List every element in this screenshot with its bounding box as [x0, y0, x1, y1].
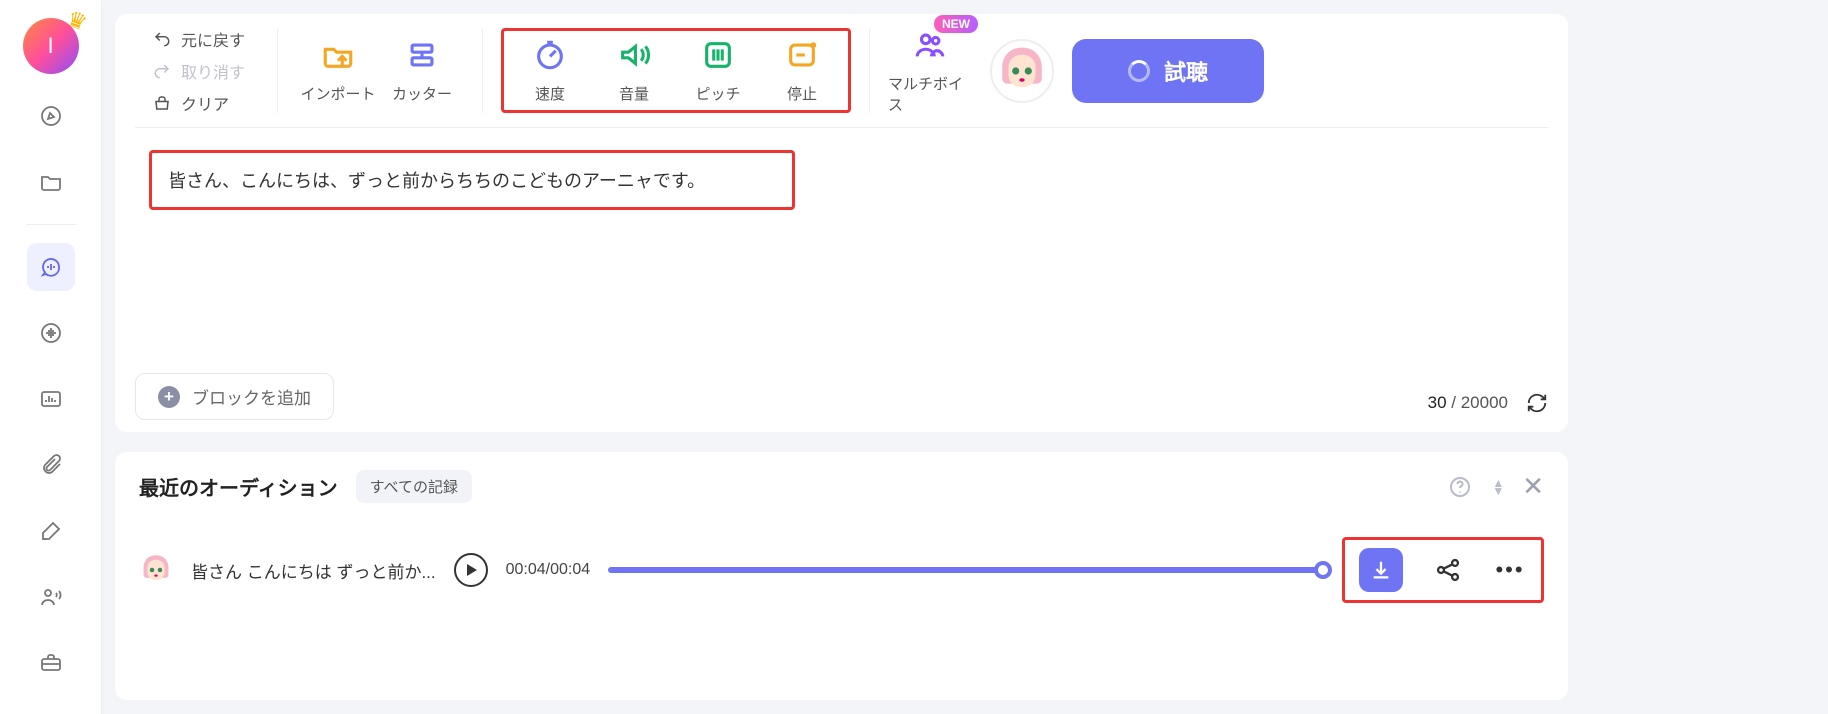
undo-label: 元に戻す — [181, 27, 245, 51]
text-content: 皆さん、こんにちは、ずっと前からちちのこどものアーニャです。 — [168, 171, 705, 191]
speed-label: 速度 — [535, 83, 565, 104]
history-group: 元に戻す 取り消す クリア — [135, 14, 277, 127]
listen-button[interactable]: 試聴 — [1072, 39, 1264, 103]
import-label: インポート — [301, 83, 376, 104]
clear-label: クリア — [181, 91, 229, 115]
item-actions: ••• — [1342, 537, 1544, 603]
sidebar: I ♛ — [0, 0, 102, 714]
user-initial: I — [47, 33, 53, 59]
refresh-button[interactable] — [1526, 392, 1548, 414]
share-button[interactable] — [1431, 553, 1465, 587]
volume-icon — [616, 37, 652, 73]
spinner-icon — [1128, 60, 1150, 82]
sidebar-user-voice[interactable] — [27, 573, 75, 621]
audition-card: 最近のオーディション すべての記録 ▲▼ ✕ 皆さん こんにちは ずっと前か..… — [115, 452, 1568, 700]
progress-knob[interactable] — [1314, 561, 1332, 579]
audition-item: 皆さん こんにちは ずっと前か... 00:04/00:04 ••• — [139, 537, 1544, 603]
highlighted-controls: 速度 音量 ピッチ 停止 — [501, 28, 851, 113]
sidebar-briefcase[interactable] — [27, 639, 75, 687]
user-avatar[interactable]: I ♛ — [23, 18, 79, 74]
help-button[interactable] — [1446, 473, 1474, 501]
character-face-icon — [995, 44, 1049, 98]
speed-button[interactable]: 速度 — [508, 37, 592, 104]
progress-bar[interactable] — [608, 567, 1324, 573]
audition-title: 最近のオーディション — [139, 472, 338, 501]
volume-label: 音量 — [619, 83, 649, 104]
item-face-icon — [139, 553, 173, 587]
clear-button[interactable]: クリア — [153, 91, 245, 115]
speed-icon — [532, 37, 568, 73]
text-block[interactable]: 皆さん、こんにちは、ずっと前からちちのこどものアーニャです。 — [149, 150, 795, 210]
plus-icon: + — [158, 386, 180, 408]
sidebar-divider — [26, 224, 76, 225]
play-button[interactable] — [454, 553, 488, 587]
stop-button[interactable]: 停止 — [760, 37, 844, 104]
sort-button[interactable]: ▲▼ — [1492, 479, 1504, 495]
close-button[interactable]: ✕ — [1522, 471, 1544, 502]
sidebar-voice-wave[interactable] — [27, 309, 75, 357]
sidebar-folder[interactable] — [27, 158, 75, 206]
char-count: 30 / 20000 — [1428, 392, 1548, 414]
voice-avatar[interactable] — [990, 39, 1054, 103]
count-max: 20000 — [1461, 393, 1508, 412]
sidebar-subtitle[interactable] — [27, 375, 75, 423]
cutter-icon — [404, 37, 440, 73]
pitch-button[interactable]: ピッチ — [676, 37, 760, 104]
cutter-label: カッター — [392, 83, 452, 104]
import-icon — [320, 37, 356, 73]
add-block-button[interactable]: + ブロックを追加 — [135, 373, 334, 420]
count-current: 30 — [1428, 393, 1447, 412]
multivoice-button[interactable]: NEW マルチボイス — [888, 27, 972, 115]
cutter-button[interactable]: カッター — [380, 37, 464, 104]
item-time: 00:04/00:04 — [506, 561, 591, 579]
more-button[interactable]: ••• — [1493, 553, 1527, 587]
stop-label: 停止 — [787, 83, 817, 104]
voice-group: NEW マルチボイス 試聴 — [870, 14, 1282, 127]
listen-label: 試聴 — [1164, 55, 1208, 87]
pitch-icon — [700, 37, 736, 73]
new-badge: NEW — [934, 15, 978, 33]
file-group: インポート カッター — [278, 14, 482, 127]
pitch-label: ピッチ — [696, 83, 741, 104]
volume-button[interactable]: 音量 — [592, 37, 676, 104]
audition-header: 最近のオーディション すべての記録 ▲▼ ✕ — [139, 470, 1544, 503]
undo-button[interactable]: 元に戻す — [153, 27, 245, 51]
sidebar-voice-chat[interactable] — [27, 243, 75, 291]
multivoice-label: マルチボイス — [888, 73, 972, 115]
item-text: 皆さん こんにちは ずっと前か... — [191, 558, 436, 583]
audio-params-group: 速度 音量 ピッチ 停止 — [483, 14, 869, 127]
clear-icon — [153, 94, 171, 112]
redo-button: 取り消す — [153, 59, 245, 83]
add-block-label: ブロックを追加 — [192, 384, 311, 409]
toolbar: 元に戻す 取り消す クリア インポート — [135, 14, 1548, 128]
undo-icon — [153, 30, 171, 48]
editor-card: 元に戻す 取り消す クリア インポート — [115, 14, 1568, 432]
import-button[interactable]: インポート — [296, 37, 380, 104]
sidebar-mic-edit[interactable] — [27, 507, 75, 555]
audition-tab-all[interactable]: すべての記録 — [356, 470, 472, 503]
sidebar-attachment[interactable] — [27, 441, 75, 489]
sidebar-compass[interactable] — [27, 92, 75, 140]
redo-icon — [153, 62, 171, 80]
download-button[interactable] — [1359, 548, 1403, 592]
stop-icon — [784, 37, 820, 73]
main: 元に戻す 取り消す クリア インポート — [115, 0, 1568, 714]
redo-label: 取り消す — [181, 59, 245, 83]
